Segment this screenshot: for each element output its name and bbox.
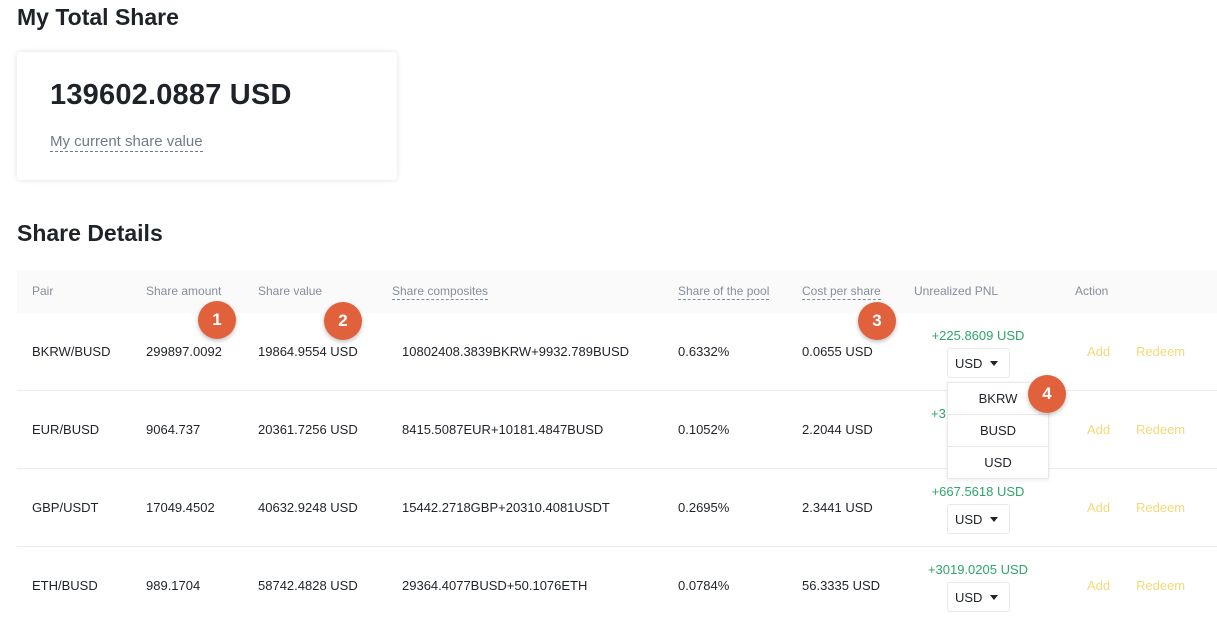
annotation-badge-2: 2 xyxy=(324,302,362,340)
share-of-pool-cell: 0.2695% xyxy=(678,500,730,515)
cost-per-share-cell: 0.0655 USD xyxy=(802,344,873,359)
pnl-currency-select[interactable]: USD xyxy=(947,582,1010,612)
col-share-of-pool[interactable]: Share of the pool xyxy=(678,284,770,300)
share-composites-cell: 8415.5087EUR+10181.4847BUSD xyxy=(402,422,604,437)
add-button[interactable]: Add xyxy=(1087,500,1110,515)
unrealized-pnl-value: +667.5618 USD xyxy=(931,484,1025,499)
redeem-button[interactable]: Redeem xyxy=(1136,344,1185,359)
currency-option-usd[interactable]: USD xyxy=(948,447,1048,479)
share-value-cell: 19864.9554 USD xyxy=(258,344,358,359)
cost-per-share-cell: 2.3441 USD xyxy=(802,500,873,515)
share-amount-cell: 17049.4502 xyxy=(146,500,215,515)
share-composites-cell: 10802408.3839BKRW+9932.789BUSD xyxy=(402,344,630,359)
col-share-amount: Share amount xyxy=(146,284,222,298)
pair-cell: GBP/USDT xyxy=(32,500,99,515)
col-action: Action xyxy=(1075,284,1109,298)
col-share-value: Share value xyxy=(258,284,323,298)
unrealized-pnl-value: +225.8609 USD xyxy=(931,328,1025,343)
add-button[interactable]: Add xyxy=(1087,578,1110,593)
caret-down-icon xyxy=(990,517,998,522)
pair-cell: BKRW/BUSD xyxy=(32,344,111,359)
table-header: Pair Share amount Share value Share comp… xyxy=(17,270,1217,313)
cost-per-share-cell: 56.3335 USD xyxy=(802,578,881,593)
add-button[interactable]: Add xyxy=(1087,344,1110,359)
currency-option-busd[interactable]: BUSD xyxy=(948,415,1048,447)
caret-down-icon xyxy=(990,361,998,366)
table-row: GBP/USDT 17049.4502 40632.9248 USD 15442… xyxy=(17,469,1217,547)
total-share-card: 139602.0887 USD My current share value xyxy=(17,52,397,180)
pnl-currency-value: USD xyxy=(955,590,983,605)
annotation-badge-3: 3 xyxy=(858,302,896,340)
total-share-heading: My Total Share xyxy=(17,4,179,30)
col-unrealized-pnl: Unrealized PNL xyxy=(914,284,999,298)
share-of-pool-cell: 0.6332% xyxy=(678,344,730,359)
caret-down-icon xyxy=(990,595,998,600)
unrealized-pnl-value: +3 xyxy=(931,406,946,421)
cost-per-share-cell: 2.2044 USD xyxy=(802,422,873,437)
redeem-button[interactable]: Redeem xyxy=(1136,500,1185,515)
unrealized-pnl-value: +3019.0205 USD xyxy=(927,562,1029,577)
share-composites-cell: 15442.2718GBP+20310.4081USDT xyxy=(402,500,610,515)
redeem-button[interactable]: Redeem xyxy=(1136,578,1185,593)
pnl-currency-select[interactable]: USD xyxy=(947,348,1010,378)
share-value-cell: 58742.4828 USD xyxy=(258,578,358,593)
pair-cell: EUR/BUSD xyxy=(32,422,100,437)
col-pair: Pair xyxy=(32,284,54,298)
current-share-value-label[interactable]: My current share value xyxy=(50,133,203,152)
share-composites-cell: 29364.4077BUSD+50.1076ETH xyxy=(402,578,588,593)
pnl-currency-value: USD xyxy=(955,512,983,527)
col-share-composites[interactable]: Share composites xyxy=(392,284,489,300)
share-details-heading: Share Details xyxy=(17,220,163,246)
share-amount-cell: 989.1704 xyxy=(146,578,201,593)
share-of-pool-cell: 0.0784% xyxy=(678,578,730,593)
share-amount-cell: 9064.737 xyxy=(146,422,201,437)
annotation-badge-4: 4 xyxy=(1028,375,1066,413)
col-cost-per-share[interactable]: Cost per share xyxy=(802,284,881,300)
add-button[interactable]: Add xyxy=(1087,422,1110,437)
pnl-currency-value: USD xyxy=(955,356,983,371)
share-of-pool-cell: 0.1052% xyxy=(678,422,730,437)
annotation-badge-1: 1 xyxy=(198,301,236,339)
pnl-currency-select[interactable]: USD xyxy=(947,504,1010,534)
share-value-cell: 40632.9248 USD xyxy=(258,500,358,515)
total-share-value: 139602.0887 USD xyxy=(50,79,292,111)
share-amount-cell: 299897.0092 xyxy=(146,344,222,359)
pair-cell: ETH/BUSD xyxy=(32,578,98,593)
table-row: ETH/BUSD 989.1704 58742.4828 USD 29364.4… xyxy=(17,547,1217,618)
redeem-button[interactable]: Redeem xyxy=(1136,422,1185,437)
share-value-cell: 20361.7256 USD xyxy=(258,422,358,437)
